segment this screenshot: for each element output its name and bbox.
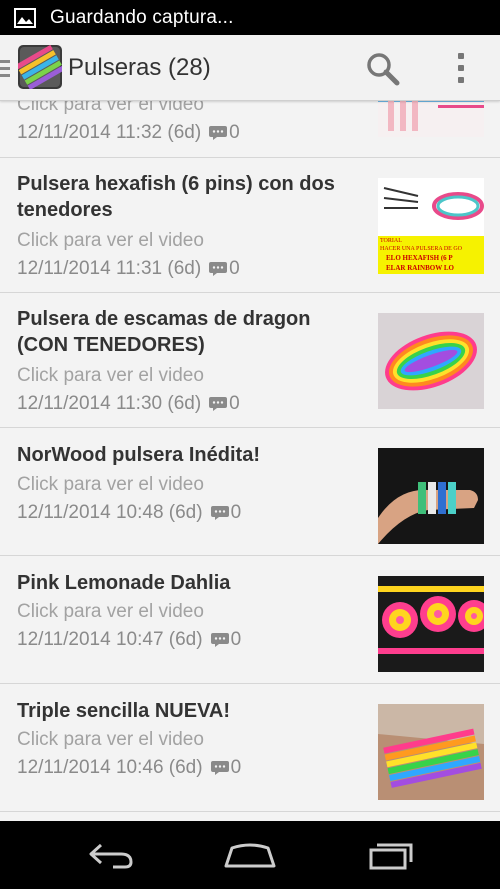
item-meta: 12/11/2014 11:31 (6d) 0 <box>17 258 240 280</box>
item-subtitle: Click para ver el video <box>17 101 204 115</box>
thumb-text: HACER UNA PULSERA DE GO <box>380 246 463 252</box>
overflow-menu-icon[interactable] <box>448 49 474 87</box>
item-meta: 12/11/2014 10:48 (6d) 0 <box>17 502 241 524</box>
item-date: 12/11/2014 11:31 (6d) <box>17 258 202 279</box>
item-title: Pulsera de escamas de dragon (CON TENEDO… <box>17 308 311 356</box>
item-subtitle: Click para ver el video <box>17 230 204 251</box>
app-logo[interactable] <box>18 45 62 89</box>
comment-count: 0 <box>229 122 240 143</box>
item-meta: 12/11/2014 10:47 (6d) 0 <box>17 629 241 651</box>
item-subtitle: Click para ver el video <box>17 729 204 750</box>
comment-count: 0 <box>230 629 242 650</box>
page-title: Pulseras (28) <box>68 54 211 81</box>
comment-icon <box>209 262 228 276</box>
back-icon[interactable] <box>80 835 140 875</box>
item-subtitle: Click para ver el video <box>17 601 204 622</box>
comment-count: 0 <box>230 502 242 523</box>
list-item[interactable]: Pulsera de escamas de dragon (CON TENEDO… <box>0 293 500 428</box>
item-meta: 12/11/2014 11:30 (6d) 0 <box>17 393 240 415</box>
recent-apps-icon[interactable] <box>360 835 420 875</box>
item-meta: 12/11/2014 11:32 (6d) 0 <box>17 122 240 144</box>
video-thumbnail[interactable]: TORIAL HACER UNA PULSERA DE GO ELO HEXAF… <box>378 178 484 274</box>
comment-icon <box>210 761 229 775</box>
status-bar: Guardando captura... <box>0 0 500 35</box>
item-title: Pink Lemonade Dahlia <box>17 572 231 594</box>
item-date: 12/11/2014 11:32 (6d) <box>17 122 202 143</box>
comment-icon <box>210 633 229 647</box>
item-date: 12/11/2014 10:48 (6d) <box>17 502 203 523</box>
video-thumbnail[interactable] <box>378 448 484 544</box>
item-title: Triple sencilla NUEVA! <box>17 700 231 722</box>
thumb-text: ELO HEXAFISH (6 P <box>386 254 453 262</box>
video-thumbnail[interactable] <box>378 704 484 800</box>
item-title: Pulsera hexafish (6 pins) con dos tenedo… <box>17 173 335 221</box>
video-list: Click para ver el video 12/11/2014 11:32… <box>0 101 500 821</box>
comment-count: 0 <box>230 757 242 778</box>
navigation-bar <box>0 821 500 889</box>
item-date: 12/11/2014 10:46 (6d) <box>17 757 203 778</box>
thumb-text: TORIAL <box>380 238 402 244</box>
list-item[interactable] <box>0 812 500 821</box>
search-icon[interactable] <box>364 50 402 88</box>
list-item[interactable]: Pink Lemonade Dahlia Click para ver el v… <box>0 556 500 684</box>
comment-icon <box>209 126 228 140</box>
list-item[interactable]: Triple sencilla NUEVA! Click para ver el… <box>0 684 500 812</box>
list-item[interactable]: Pulsera hexafish (6 pins) con dos tenedo… <box>0 158 500 293</box>
drawer-indicator-icon[interactable] <box>0 60 10 81</box>
comment-count: 0 <box>229 258 240 279</box>
action-bar: Pulseras (28) <box>0 35 500 101</box>
item-subtitle: Click para ver el video <box>17 365 204 386</box>
home-icon[interactable] <box>220 835 280 875</box>
list-item[interactable]: Click para ver el video 12/11/2014 11:32… <box>0 101 500 158</box>
video-thumbnail[interactable] <box>378 101 484 137</box>
comment-icon <box>210 506 229 520</box>
item-date: 12/11/2014 11:30 (6d) <box>17 393 202 414</box>
comment-count: 0 <box>229 393 240 414</box>
item-title: NorWood pulsera Inédita! <box>17 444 260 466</box>
status-text: Guardando captura... <box>50 6 234 28</box>
video-thumbnail[interactable] <box>378 576 484 672</box>
comment-icon <box>209 397 228 411</box>
list-item[interactable]: NorWood pulsera Inédita! Click para ver … <box>0 428 500 556</box>
item-subtitle: Click para ver el video <box>17 474 204 495</box>
item-date: 12/11/2014 10:47 (6d) <box>17 629 203 650</box>
thumb-text: ELAR RAINBOW LO <box>386 264 454 272</box>
video-thumbnail[interactable] <box>378 313 484 409</box>
item-meta: 12/11/2014 10:46 (6d) 0 <box>17 757 241 779</box>
screenshot-icon <box>14 7 36 28</box>
